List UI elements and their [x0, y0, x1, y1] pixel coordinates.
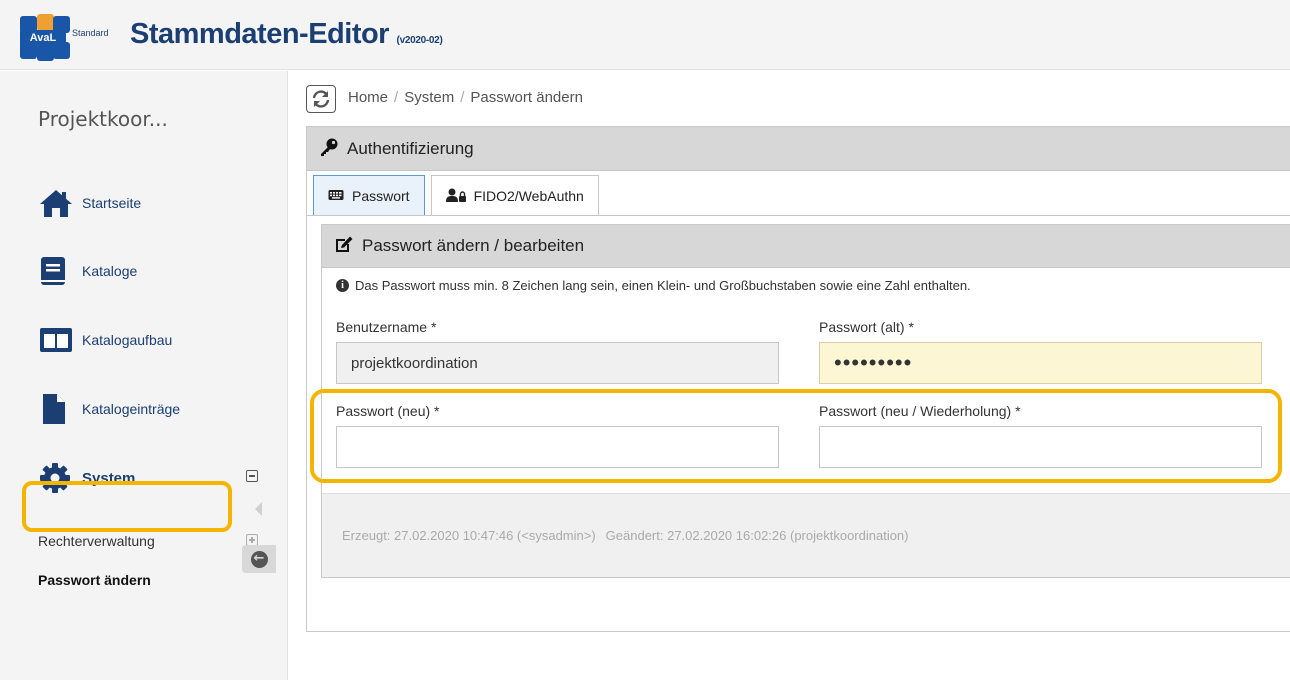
edit-icon — [334, 235, 354, 257]
sidebar-subitem-rechterverwaltung[interactable]: Rechterverwaltung — [38, 533, 155, 549]
tab-fido2[interactable]: FIDO2/WebAuthn — [430, 175, 599, 216]
arrow-left-icon: ← — [250, 550, 268, 568]
auth-panel: Authentifizierung Passwort FIDO2/WebAuth… — [306, 126, 1290, 632]
key-icon — [319, 138, 339, 160]
panel-header: Authentifizierung — [307, 127, 1290, 171]
tab-label: Passwort — [352, 187, 410, 204]
home-icon — [38, 185, 78, 221]
active-indicator-icon — [255, 502, 262, 516]
panel-title: Authentifizierung — [347, 138, 474, 158]
username-field: projektkoordination — [336, 342, 779, 384]
repeat-password-label: Passwort (neu / Wiederholung) * — [819, 403, 1021, 419]
tab-label: FIDO2/WebAuthn — [473, 188, 584, 204]
breadcrumb: Home / System / Passwort ändern — [348, 89, 583, 106]
sidebar-item-label: Katalogeinträge — [82, 401, 181, 417]
tab-bar: Passwort FIDO2/WebAuthn — [313, 175, 605, 216]
logo-subtitle: Standard — [72, 28, 109, 38]
password-hint: i Das Passwort muss min. 8 Zeichen lang … — [336, 278, 971, 293]
old-password-label: Passwort (alt) * — [819, 319, 914, 335]
tab-divider — [307, 215, 1290, 216]
tab-passwort[interactable]: Passwort — [313, 175, 425, 216]
form-header: Passwort ändern / bearbeiten — [322, 225, 1290, 268]
sidebar: Projektkoor... Startseite Kataloge Katal… — [0, 71, 288, 680]
password-form-panel: Passwort ändern / bearbeiten i Das Passw… — [310, 224, 1290, 578]
sidebar-item-katalogaufbau[interactable]: Katalogaufbau — [38, 320, 172, 360]
info-icon: i — [336, 279, 349, 292]
app-title-text: Stammdaten-Editor — [130, 18, 389, 50]
hint-text: Das Passwort muss min. 8 Zeichen lang se… — [355, 278, 971, 293]
app-title: Stammdaten-Editor (v2020-02) — [130, 18, 443, 51]
sidebar-collapse-button[interactable]: ← — [242, 545, 276, 573]
record-metadata: Erzeugt: 27.02.2020 10:47:46 (<sysadmin>… — [322, 493, 1290, 577]
breadcrumb-separator: / — [460, 89, 465, 106]
user-name: Projektkoor... — [38, 107, 168, 131]
highlight-box — [22, 481, 232, 532]
sidebar-item-katalogeintraege[interactable]: Katalogeinträge — [38, 389, 180, 429]
old-password-field[interactable]: ••••••••• — [819, 342, 1262, 384]
new-password-label: Passwort (neu) * — [336, 403, 440, 419]
form-title: Passwort ändern / bearbeiten — [362, 236, 585, 255]
username-label: Benutzername * — [336, 319, 437, 335]
logo-text: AvaL — [20, 30, 66, 46]
breadcrumb-home[interactable]: Home — [348, 89, 388, 106]
sidebar-item-label: Katalogaufbau — [82, 332, 173, 348]
changed-info: Geändert: 27.02.2020 16:02:26 (projektko… — [605, 528, 909, 543]
sidebar-item-label: Kataloge — [82, 263, 138, 279]
app-version: (v2020-02) — [396, 35, 443, 46]
book-icon — [38, 253, 78, 289]
breadcrumb-system[interactable]: System — [404, 89, 454, 106]
app-header: AvaL Standard Stammdaten-Editor (v2020-0… — [0, 0, 1290, 70]
sidebar-item-label: Startseite — [82, 195, 142, 211]
collapse-toggle[interactable] — [246, 470, 258, 482]
breadcrumb-current: Passwort ändern — [470, 89, 583, 106]
aval-logo: AvaL — [16, 14, 70, 61]
file-icon — [38, 391, 78, 427]
sidebar-item-startseite[interactable]: Startseite — [38, 183, 141, 223]
columns-icon — [38, 322, 78, 358]
sidebar-item-kataloge[interactable]: Kataloge — [38, 251, 137, 291]
breadcrumb-separator: / — [394, 89, 399, 106]
repeat-password-field[interactable] — [819, 426, 1262, 468]
new-password-field[interactable] — [336, 426, 779, 468]
sidebar-subitem-passwort-aendern[interactable]: Passwort ändern — [38, 572, 151, 588]
created-info: Erzeugt: 27.02.2020 10:47:46 (<sysadmin>… — [342, 528, 596, 543]
keyboard-icon — [328, 188, 344, 204]
refresh-icon[interactable] — [306, 85, 336, 113]
users-lock-icon — [445, 188, 466, 205]
